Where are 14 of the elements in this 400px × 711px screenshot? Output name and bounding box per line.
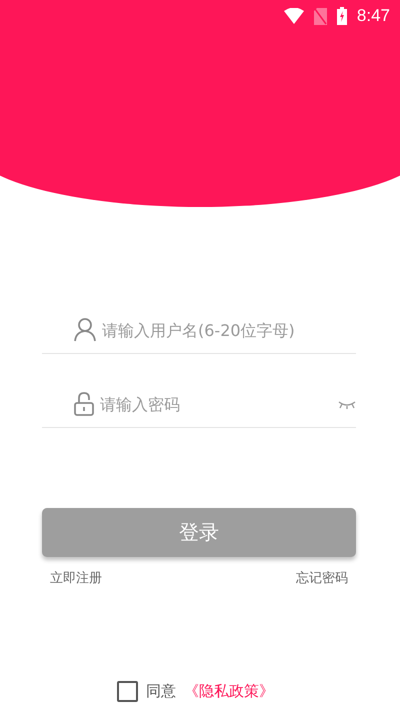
status-time: 8:47 (356, 6, 390, 26)
agree-checkbox[interactable] (117, 681, 138, 702)
username-field[interactable]: 请输入用户名(6-20位字母) (102, 320, 356, 340)
agree-label: 同意 (146, 682, 176, 701)
register-link[interactable]: 立即注册 (50, 569, 102, 587)
lock-icon (74, 392, 94, 416)
battery-charging-icon (336, 7, 347, 25)
no-sim-icon (314, 8, 327, 24)
password-field[interactable]: 请输入密码 (100, 394, 332, 414)
privacy-policy-link[interactable]: 《隐私政策》 (184, 682, 274, 701)
forgot-password-link[interactable]: 忘记密码 (296, 569, 348, 587)
wifi-icon (284, 8, 304, 24)
user-icon (74, 318, 96, 342)
closed-eye-icon[interactable] (338, 400, 356, 408)
